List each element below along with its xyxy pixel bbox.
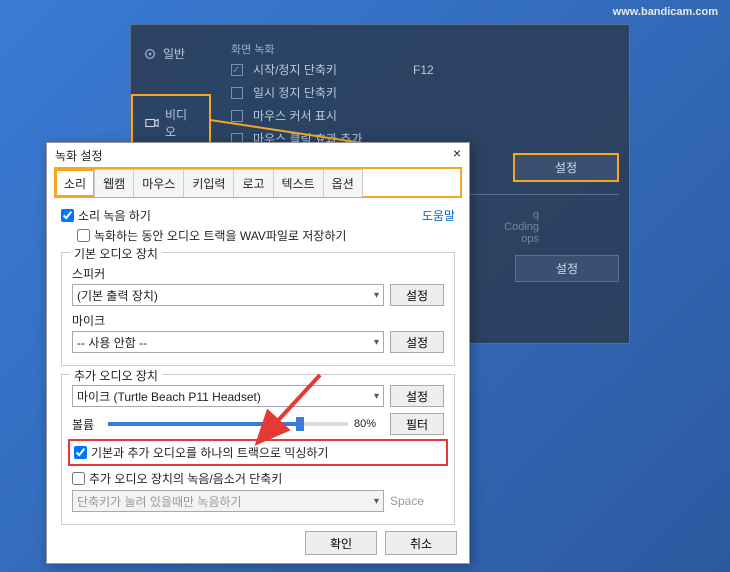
gear-icon: [143, 47, 157, 61]
slider-fill: [108, 422, 300, 426]
dialog-tabs: 소리 웹캠 마우스 키입력 로고 텍스트 옵션: [55, 168, 461, 197]
mix-one-track-checkbox[interactable]: [74, 446, 87, 459]
fieldset-legend: 기본 오디오 장치: [70, 245, 162, 262]
highlight-mix-one-track: 기본과 추가 오디오를 하나의 트랙으로 믹싱하기: [68, 439, 448, 466]
mic-select[interactable]: -- 사용 안함 -- ▾: [72, 331, 384, 353]
tab-logo[interactable]: 로고: [233, 169, 273, 197]
volume-label: 볼륨: [72, 416, 102, 433]
select-value: 마이크 (Turtle Beach P11 Headset): [77, 388, 261, 405]
mute-hotkey-value: Space: [390, 494, 444, 508]
bg-value: F12: [413, 63, 434, 77]
secondary-audio-fieldset: 추가 오디오 장치 마이크 (Turtle Beach P11 Headset)…: [61, 374, 455, 525]
bg-settings-button-2[interactable]: 설정: [515, 255, 619, 282]
save-wav-check-row: 녹화하는 동안 오디오 트랙을 WAV파일로 저장하기: [77, 227, 455, 244]
speaker-label: 스피커: [72, 265, 444, 282]
sidebar-label: 비디오: [165, 106, 197, 140]
cancel-button[interactable]: 취소: [385, 531, 457, 555]
bg-label: 시작/정지 단축키: [253, 61, 403, 78]
mix-check-row: 기본과 추가 오디오를 하나의 트랙으로 믹싱하기: [74, 444, 442, 461]
secondary-settings-button[interactable]: 설정: [390, 385, 444, 407]
sidebar-label: 일반: [163, 45, 185, 62]
slider-thumb[interactable]: [296, 417, 304, 431]
volume-row: 볼륨 80% 필터: [72, 413, 444, 435]
mute-hotkey-checkbox[interactable]: [72, 472, 85, 485]
checkbox-label: 추가 오디오 장치의 녹음/음소거 단축키: [89, 470, 282, 487]
chevron-down-icon: ▾: [374, 290, 379, 301]
tab-sound[interactable]: 소리: [55, 169, 95, 197]
secondary-device-select[interactable]: 마이크 (Turtle Beach P11 Headset) ▾: [72, 385, 384, 407]
tab-webcam[interactable]: 웹캠: [94, 169, 134, 197]
mic-label: 마이크: [72, 312, 444, 329]
filter-button[interactable]: 필터: [390, 413, 444, 435]
checkbox-label: 기본과 추가 오디오를 하나의 트랙으로 믹싱하기: [91, 444, 328, 461]
select-value: 단축키가 눌려 있을때만 녹음하기: [77, 493, 242, 510]
checkbox-label: 녹화하는 동안 오디오 트랙을 WAV파일로 저장하기: [94, 227, 346, 244]
ok-button[interactable]: 확인: [305, 531, 377, 555]
checkbox-icon[interactable]: [231, 64, 243, 76]
select-value: -- 사용 안함 --: [77, 334, 147, 351]
primary-audio-fieldset: 기본 오디오 장치 스피커 (기본 출력 장치) ▾ 설정 마이크 -- 사용 …: [61, 252, 455, 366]
save-wav-checkbox[interactable]: [77, 229, 90, 242]
help-link[interactable]: 도움말: [422, 207, 455, 224]
speaker-settings-button[interactable]: 설정: [390, 284, 444, 306]
checkbox-icon[interactable]: [231, 87, 243, 99]
tab-text[interactable]: 텍스트: [273, 169, 324, 197]
close-icon[interactable]: ×: [453, 147, 461, 164]
volume-percent: 80%: [354, 418, 384, 430]
bg-label: 일시 정지 단축키: [253, 84, 337, 101]
chevron-down-icon: ▾: [374, 337, 379, 348]
dialog-footer: 확인 취소: [305, 531, 457, 555]
mic-settings-button[interactable]: 설정: [390, 331, 444, 353]
bg-settings-button[interactable]: 설정: [513, 153, 619, 182]
mute-hotkey-check-row: 추가 오디오 장치의 녹음/음소거 단축키: [72, 470, 444, 487]
speaker-select[interactable]: (기본 출력 장치) ▾: [72, 284, 384, 306]
dialog-body: 도움말 소리 녹음 하기 녹화하는 동안 오디오 트랙을 WAV파일로 저장하기…: [47, 197, 469, 543]
volume-slider[interactable]: [108, 422, 348, 426]
record-sound-checkbox[interactable]: [61, 209, 74, 222]
tab-mouse[interactable]: 마우스: [133, 169, 184, 197]
fieldset-legend: 추가 오디오 장치: [70, 367, 162, 384]
record-sound-check-row: 소리 녹음 하기: [61, 207, 422, 224]
tab-options[interactable]: 옵션: [323, 169, 363, 197]
video-icon: [145, 116, 159, 130]
select-value: (기본 출력 장치): [77, 287, 158, 304]
record-settings-dialog: 녹화 설정 × 소리 웹캠 마우스 키입력 로고 텍스트 옵션 도움말 소리 녹…: [46, 142, 470, 564]
bg-row-rec-hotkey: 시작/정지 단축키 F12: [231, 61, 619, 78]
checkbox-label: 소리 녹음 하기: [78, 207, 151, 224]
bg-sidebar: 일반 비디오: [131, 35, 211, 152]
bg-section-label: 화면 녹화: [231, 41, 619, 57]
chevron-down-icon: ▾: [374, 391, 379, 402]
chevron-down-icon: ▾: [374, 496, 379, 507]
bg-row-pause-hotkey: 일시 정지 단축키: [231, 84, 619, 101]
mute-mode-select: 단축키가 눌려 있을때만 녹음하기 ▾: [72, 490, 384, 512]
checkbox-icon[interactable]: [231, 110, 243, 122]
tab-keyinput[interactable]: 키입력: [183, 169, 234, 197]
bg-row-cursor: 마우스 커서 표시: [231, 107, 619, 124]
sidebar-item-general[interactable]: 일반: [131, 35, 211, 72]
dialog-title-text: 녹화 설정: [55, 147, 103, 164]
bg-label: 마우스 커서 표시: [253, 107, 337, 124]
dialog-titlebar: 녹화 설정 ×: [47, 143, 469, 168]
watermark-text: www.bandicam.com: [613, 6, 718, 18]
